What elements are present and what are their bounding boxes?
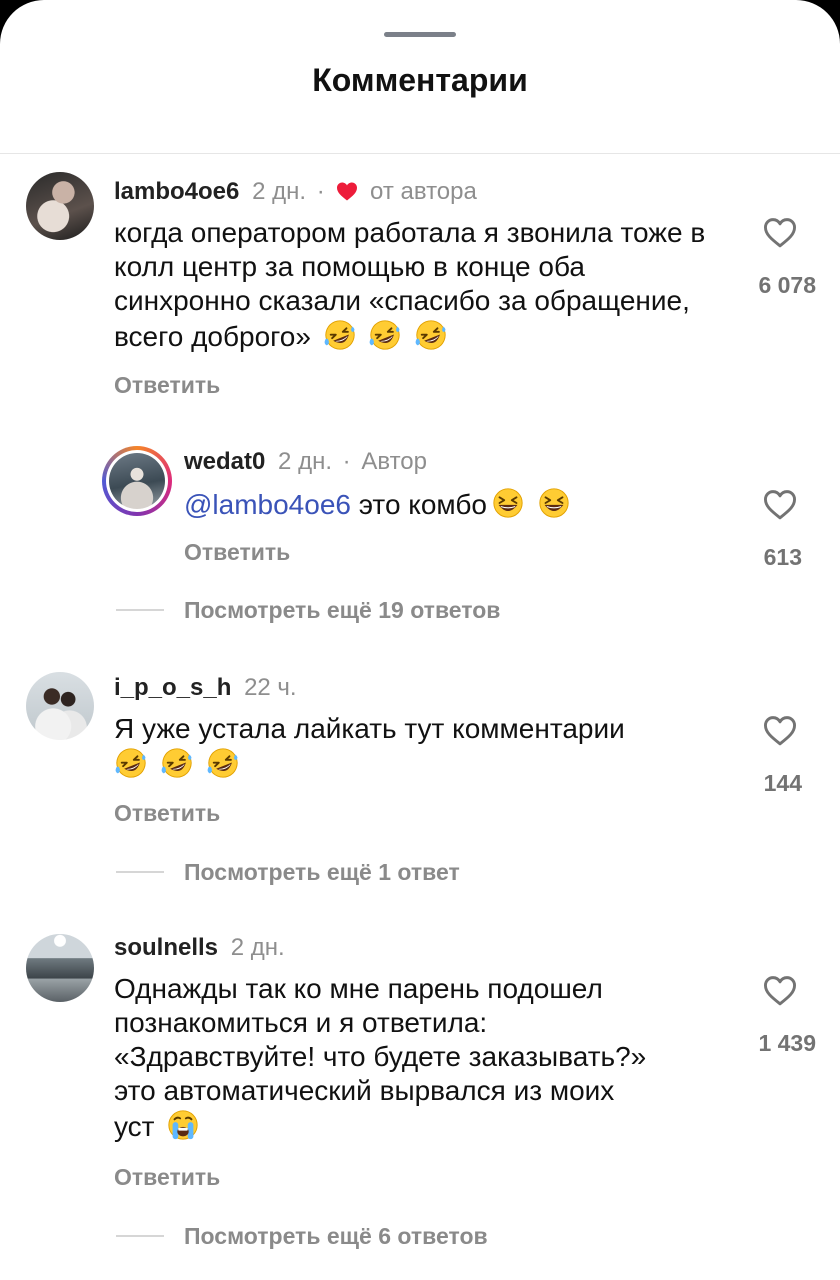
reply-body: это комбо [350, 489, 487, 520]
username[interactable]: lambo4oe6 [114, 178, 239, 205]
story-ring[interactable] [102, 446, 172, 516]
like-count: 1 439 [758, 1030, 816, 1056]
rofl-emoji-icon [414, 318, 448, 352]
laughing-emoji-icon [491, 486, 525, 520]
comment-line-end: уст [114, 1111, 155, 1142]
username[interactable]: i_p_o_s_h [114, 674, 231, 701]
timestamp: 2 дн. [252, 178, 307, 205]
like-heart-icon[interactable] [762, 488, 798, 520]
header-divider [0, 153, 840, 154]
comment-text: Я уже устала лайкать тут комментарии [114, 712, 714, 782]
comment-line: уст [114, 1108, 734, 1144]
laughing-emoji-icon [537, 486, 571, 520]
username[interactable]: soulnells [114, 934, 218, 961]
reply-button[interactable]: Ответить [114, 372, 220, 399]
comment-text: когда оператором работала я звонила тоже… [114, 216, 714, 354]
view-more-replies-button[interactable]: Посмотреть ещё 1 ответ [184, 859, 460, 886]
like-count: 6 078 [758, 272, 816, 298]
like-heart-icon[interactable] [762, 216, 798, 248]
timestamp: 2 дн. [278, 448, 332, 475]
avatar[interactable] [26, 172, 94, 240]
username[interactable]: wedat0 [184, 448, 265, 475]
reply-button[interactable]: Ответить [184, 539, 290, 566]
comment-line: Однажды так ко мне парень подошел [114, 973, 603, 1004]
rofl-emoji-icon [323, 318, 357, 352]
separator-dot: · [342, 448, 351, 475]
thread-line [116, 871, 164, 873]
reply-text: @lambo4oe6 это комбо [184, 486, 724, 522]
comment-line: «Здравствуйте! что будете заказывать?» [114, 1041, 647, 1072]
timestamp: 2 дн. [230, 934, 285, 961]
separator-dot: · [316, 178, 325, 205]
page-title: Комментарии [312, 62, 528, 98]
author-like-label: от автора [370, 178, 477, 205]
comment-line: это автоматический вырвался из моих [114, 1075, 615, 1106]
comment-line: познакомиться и я ответила: [114, 1007, 488, 1038]
avatar[interactable] [26, 672, 94, 740]
avatar[interactable] [26, 934, 94, 1002]
like-heart-icon[interactable] [762, 974, 798, 1006]
rofl-emoji-icon [160, 746, 194, 780]
comment-text: Однажды так ко мне парень подошел познак… [114, 972, 734, 1144]
comment-meta: soulnells 2 дн. [114, 934, 285, 962]
comment-meta: i_p_o_s_h 22 ч. [114, 674, 297, 702]
view-more-replies-button[interactable]: Посмотреть ещё 19 ответов [184, 597, 500, 624]
drag-handle[interactable] [384, 32, 456, 37]
mention-link[interactable]: @lambo4oe6 [184, 489, 351, 520]
reply-meta: wedat0 2 дн. · Автор [184, 448, 427, 476]
view-more-replies-button[interactable]: Посмотреть ещё 6 ответов [184, 1223, 488, 1250]
author-badge: Автор [361, 448, 427, 475]
like-count: 144 [763, 770, 802, 796]
timestamp: 22 ч. [244, 674, 297, 701]
comments-sheet: Комментарии lambo4oe6 2 дн. · от автора … [0, 0, 840, 1280]
avatar [109, 453, 165, 509]
like-heart-icon[interactable] [762, 714, 798, 746]
rofl-emoji-icon [114, 746, 148, 780]
comment-body: Я уже устала лайкать тут комментарии [114, 713, 625, 744]
comment-body: когда оператором работала я звонила тоже… [114, 217, 706, 352]
liked-heart-icon [337, 182, 358, 201]
thread-line [116, 609, 164, 611]
reply-button[interactable]: Ответить [114, 800, 220, 827]
rofl-emoji-icon [368, 318, 402, 352]
thread-line [116, 1235, 164, 1237]
reply-button[interactable]: Ответить [114, 1164, 220, 1191]
crying-emoji-icon [166, 1108, 200, 1142]
like-count: 613 [763, 544, 802, 570]
comment-meta: lambo4oe6 2 дн. · от автора [114, 178, 477, 206]
rofl-emoji-icon [206, 746, 240, 780]
